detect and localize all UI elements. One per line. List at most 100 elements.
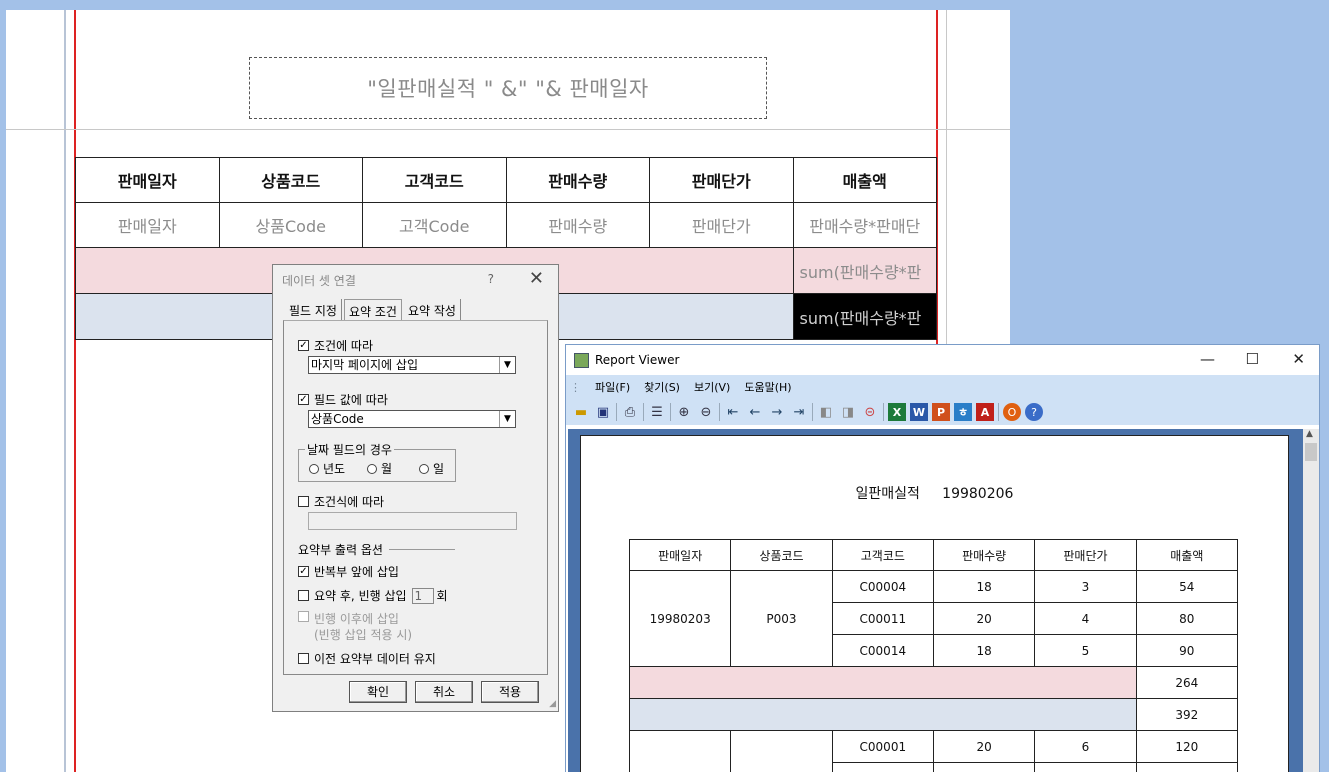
sum-cell-selected[interactable]: sum(판매수량*판	[792, 293, 937, 340]
page-back-icon[interactable]: ◧	[817, 403, 835, 421]
close-icon[interactable]: ✕	[529, 268, 544, 289]
radio-month-label: 월	[381, 462, 393, 476]
title-expression-box[interactable]: "일판매실적 " &" "& 판매일자	[249, 57, 767, 119]
checkbox-checked-icon: ✓	[298, 393, 309, 405]
first-page-icon[interactable]: ⇤	[724, 403, 742, 421]
header-cell[interactable]: 고객코드	[362, 157, 507, 203]
report-header: 판매일자	[628, 539, 732, 571]
expr-input[interactable]	[308, 512, 517, 530]
scrollbar-thumb[interactable]	[1305, 443, 1317, 461]
field-cell[interactable]: 고객Code	[362, 202, 507, 248]
condition-checkbox[interactable]: ✓ 조건에 따라	[298, 337, 373, 354]
report-cell: C00004	[831, 570, 934, 603]
blank-row-checkbox[interactable]: 요약 후, 빈행 삽입 1 회	[298, 587, 448, 604]
save-icon[interactable]: ▣	[594, 403, 612, 421]
repeat-checkbox[interactable]: ✓ 반복부 앞에 삽입	[298, 563, 399, 580]
resize-grip-icon[interactable]: ◢	[549, 699, 556, 709]
menu-file[interactable]: 파일(F)	[595, 379, 630, 395]
sum-cell[interactable]: sum(판매수량*판	[792, 247, 937, 294]
zoom-out-icon[interactable]: ⊖	[697, 403, 715, 421]
band-separator	[6, 129, 1010, 130]
apply-button[interactable]: 적용	[481, 681, 539, 703]
cancel-button[interactable]: 취소	[415, 681, 473, 703]
radio-year[interactable]: 년도	[309, 460, 345, 477]
dialog-tabs: 필드 지정 요약 조건 요약 작성	[285, 299, 463, 321]
blank-count-input[interactable]: 1	[411, 587, 434, 604]
maximize-icon[interactable]: ☐	[1246, 350, 1259, 368]
ok-button[interactable]: 확인	[349, 681, 407, 703]
divider	[388, 549, 455, 550]
report-cell: C00011	[831, 602, 934, 635]
print-icon[interactable]: ⎙	[621, 403, 639, 421]
field-select[interactable]: 상품Code ▼	[308, 410, 516, 428]
tab-summary-write[interactable]: 요약 작성	[404, 299, 461, 321]
report-cell: C00001	[831, 730, 934, 763]
close-icon[interactable]: ✕	[1292, 350, 1305, 368]
condition-select-value: 마지막 페이지에 삽입	[311, 358, 418, 372]
powerpoint-icon[interactable]: P	[932, 403, 950, 421]
scroll-up-icon[interactable]: ▲	[1306, 429, 1313, 439]
report-title: 일판매실적 19980206	[855, 486, 1014, 502]
toolbar-divider	[719, 403, 720, 421]
report-cell-date	[628, 730, 732, 772]
next-page-icon[interactable]: →	[768, 403, 786, 421]
blank-unit-label: 회	[436, 589, 448, 603]
condition-select[interactable]: 마지막 페이지에 삽입 ▼	[308, 356, 516, 374]
header-cell[interactable]: 매출액	[792, 157, 937, 203]
report-cell: 80	[1135, 602, 1239, 635]
toolbar-divider	[643, 403, 644, 421]
radio-day[interactable]: 일	[419, 460, 444, 477]
grip-icon: ⋮	[570, 380, 581, 394]
menu-view[interactable]: 보기(V)	[694, 379, 730, 395]
expr-checkbox[interactable]: 조건식에 따라	[298, 493, 384, 510]
menu-find[interactable]: 찾기(S)	[644, 379, 680, 395]
word-icon[interactable]: W	[910, 403, 928, 421]
excel-icon[interactable]: X	[888, 403, 906, 421]
header-cell[interactable]: 판매단가	[649, 157, 794, 203]
chevron-down-icon[interactable]: ▼	[499, 357, 515, 373]
tab-summary-condition[interactable]: 요약 조건	[343, 299, 402, 321]
radio-year-label: 년도	[323, 462, 346, 476]
keep-data-checkbox[interactable]: 이전 요약부 데이터 유지	[298, 650, 436, 667]
stop-icon[interactable]: ⊝	[861, 403, 879, 421]
header-cell[interactable]: 판매일자	[75, 157, 220, 203]
info-icon[interactable]: O	[1003, 403, 1021, 421]
help-icon[interactable]: ?	[1025, 403, 1043, 421]
radio-month[interactable]: 월	[367, 460, 392, 477]
outline-icon[interactable]: ☰	[648, 403, 666, 421]
field-cell[interactable]: 판매수량	[505, 202, 650, 248]
header-cell[interactable]: 상품코드	[218, 157, 363, 203]
dialog-titlebar[interactable]: 데이터 셋 연결 ? ✕	[273, 265, 558, 295]
field-cell[interactable]: 판매단가	[649, 202, 794, 248]
field-cell[interactable]: 판매일자	[75, 202, 220, 248]
summary-row-pink	[629, 666, 1137, 699]
preview-area[interactable]: 일판매실적 19980206 판매일자 상품코드 고객코드 판매수량 판매단가 …	[568, 429, 1303, 772]
hwp-icon[interactable]: ㅎ	[954, 403, 972, 421]
chevron-down-icon[interactable]: ▼	[499, 411, 515, 427]
report-table: 판매일자 상품코드 고객코드 판매수량 판매단가 매출액 19980203 P0…	[628, 539, 1239, 772]
page-forward-icon[interactable]: ◨	[839, 403, 857, 421]
field-cell[interactable]: 판매수량*판매단	[792, 202, 937, 248]
toolbar-divider	[998, 403, 999, 421]
dialog-title: 데이터 셋 연결	[282, 273, 356, 288]
minimize-icon[interactable]: —	[1200, 350, 1215, 368]
output-options-header: 요약부 출력 옵션	[298, 541, 455, 558]
viewer-titlebar[interactable]: Report Viewer — ☐ ✕	[566, 345, 1319, 375]
menu-help[interactable]: 도움말(H)	[744, 379, 791, 395]
after-blank-checkbox[interactable]: 빈행 이후에 삽입 (빈행 삽입 적용 시)	[298, 611, 412, 643]
report-cell: 6	[1034, 730, 1137, 763]
open-folder-icon[interactable]: ▬	[572, 403, 590, 421]
vertical-scrollbar[interactable]: ▲	[1303, 429, 1319, 772]
keep-data-label: 이전 요약부 데이터 유지	[314, 652, 436, 666]
tab-field[interactable]: 필드 지정	[285, 299, 342, 321]
help-button[interactable]: ?	[488, 272, 494, 286]
zoom-in-icon[interactable]: ⊕	[675, 403, 693, 421]
last-page-icon[interactable]: ⇥	[790, 403, 808, 421]
prev-page-icon[interactable]: ←	[746, 403, 764, 421]
report-cell-product	[730, 730, 833, 772]
date-field-group: 날짜 필드의 경우 년도 월 일	[298, 441, 456, 482]
field-cell[interactable]: 상품Code	[218, 202, 363, 248]
field-value-checkbox[interactable]: ✓ 필드 값에 따라	[298, 391, 388, 408]
header-cell[interactable]: 판매수량	[505, 157, 650, 203]
pdf-icon[interactable]: A	[976, 403, 994, 421]
